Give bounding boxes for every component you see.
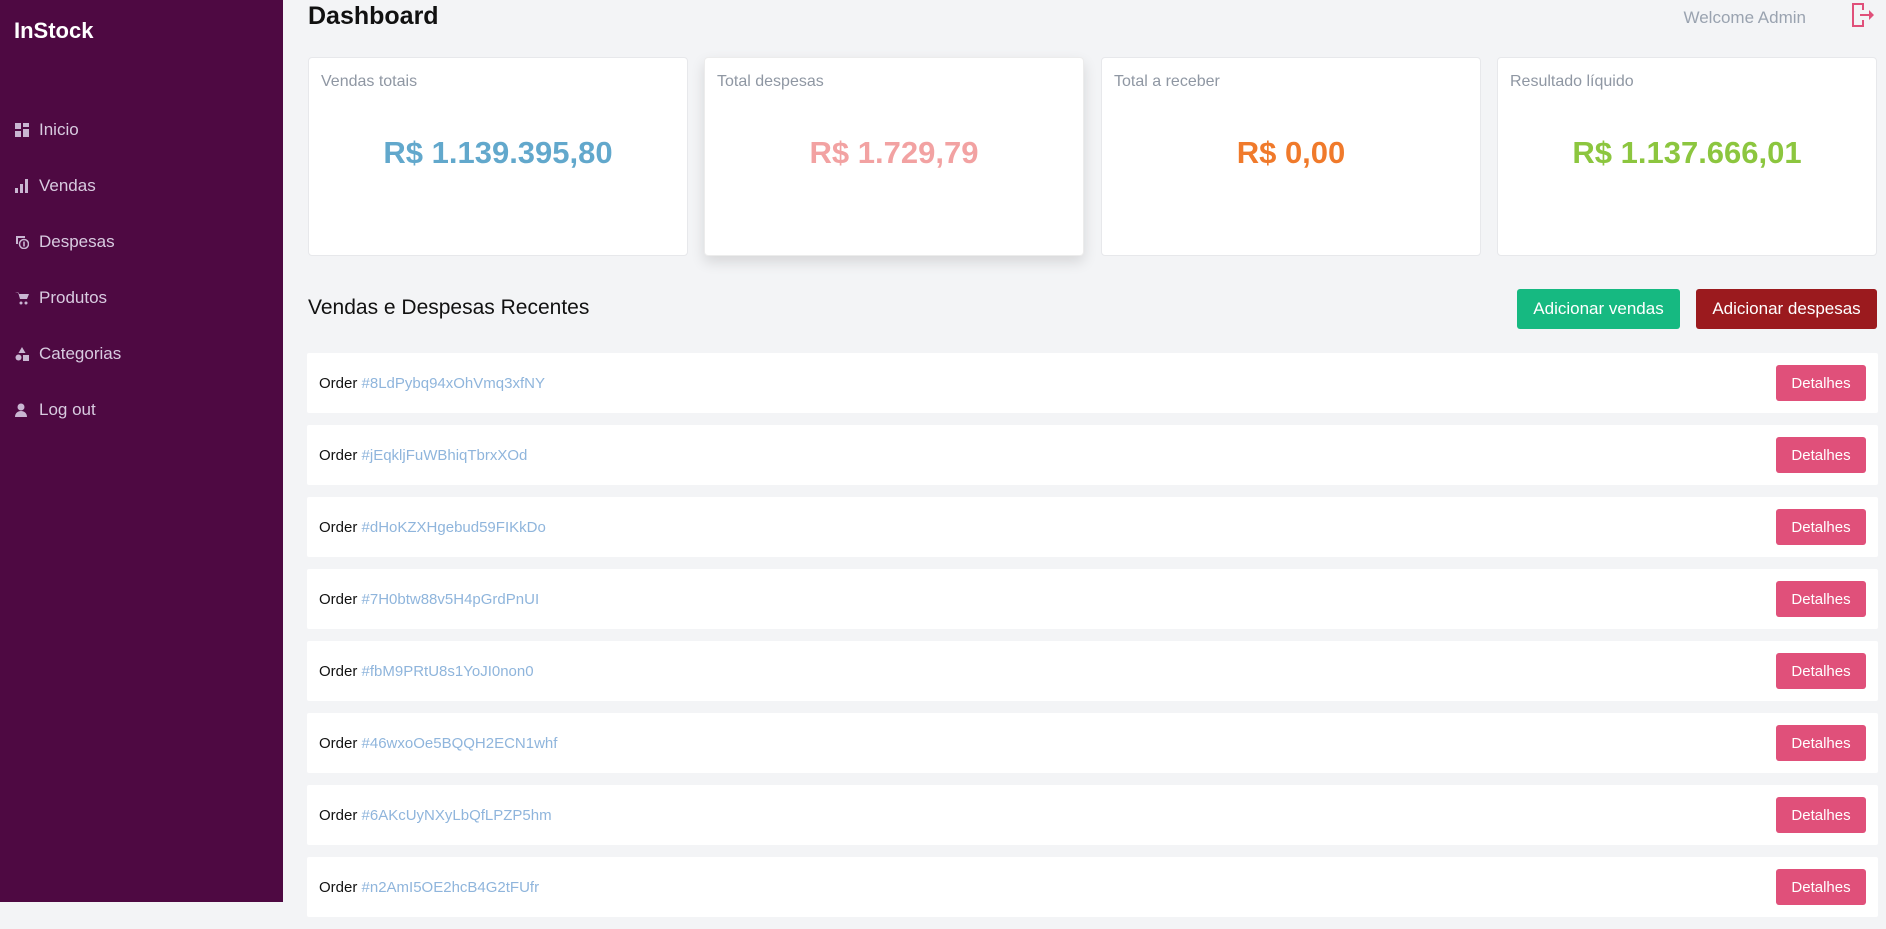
list-item: Order #jEqkljFuWBhiqTbrxXOd Detalhes (307, 425, 1878, 485)
order-prefix: Order (319, 806, 358, 824)
order-text: Order #7H0btw88v5H4pGrdPnUI (319, 591, 539, 608)
card-label: Resultado líquido (1510, 73, 1634, 90)
add-sales-button[interactable]: Adicionar vendas (1517, 289, 1680, 329)
sidebar-item-label: Produtos (39, 288, 108, 307)
bar-chart-icon (14, 178, 30, 194)
sidebar-item-vendas[interactable]: Vendas (0, 158, 283, 214)
cart-icon (14, 290, 30, 306)
list-item: Order #7H0btw88v5H4pGrdPnUI Detalhes (307, 569, 1878, 629)
page-title: Dashboard (308, 2, 439, 30)
sidebar-item-logout[interactable]: Log out (0, 382, 283, 438)
details-button[interactable]: Detalhes (1776, 869, 1866, 905)
order-prefix: Order (319, 878, 358, 896)
order-prefix: Order (319, 518, 358, 536)
order-text: Order #dHoKZXHgebud59FIKkDo (319, 519, 546, 536)
card-total-despesas: Total despesas R$ 1.729,79 (704, 57, 1084, 256)
card-value: R$ 1.139.395,80 (383, 135, 613, 170)
sidebar-item-label: Despesas (39, 232, 115, 251)
order-text: Order #jEqkljFuWBhiqTbrxXOd (319, 447, 527, 464)
details-button[interactable]: Detalhes (1776, 365, 1866, 401)
sidebar-item-label: Categorias (39, 344, 122, 363)
sidebar-item-label: Vendas (39, 176, 96, 195)
list-item: Order #8LdPybq94xOhVmq3xfNY Detalhes (307, 353, 1878, 413)
card-value: R$ 1.729,79 (809, 135, 979, 170)
order-text: Order #fbM9PRtU8s1YoJI0non0 (319, 663, 534, 680)
details-button[interactable]: Detalhes (1776, 653, 1866, 689)
order-id[interactable]: #n2AmI5OE2hcB4G2tFUfr (362, 879, 540, 896)
sidebar-item-inicio[interactable]: Inicio (0, 102, 283, 158)
order-id[interactable]: #dHoKZXHgebud59FIKkDo (362, 519, 546, 536)
card-value: R$ 0,00 (1236, 135, 1346, 170)
sidebar-item-categorias[interactable]: Categorias (0, 326, 283, 382)
list-item: Order #dHoKZXHgebud59FIKkDo Detalhes (307, 497, 1878, 557)
logout-icon[interactable] (1850, 2, 1874, 28)
main-content: Dashboard Welcome Admin Vendas totais R$… (283, 0, 1886, 917)
card-value: R$ 1.137.666,01 (1572, 135, 1802, 170)
order-text: Order #n2AmI5OE2hcB4G2tFUfr (319, 879, 539, 896)
list-item: Order #n2AmI5OE2hcB4G2tFUfr Detalhes (307, 857, 1878, 917)
order-text: Order #8LdPybq94xOhVmq3xfNY (319, 375, 545, 392)
card-label: Total despesas (717, 73, 824, 90)
details-button[interactable]: Detalhes (1776, 509, 1866, 545)
order-prefix: Order (319, 662, 358, 680)
order-text: Order #46wxoOe5BQQH2ECN1whf (319, 735, 557, 752)
list-item: Order #6AKcUyNXyLbQfLPZP5hm Detalhes (307, 785, 1878, 845)
order-prefix: Order (319, 590, 358, 608)
section-title: Vendas e Despesas Recentes (308, 296, 590, 319)
order-prefix: Order (319, 734, 358, 752)
sidebar-nav: Inicio Vendas Despesas Produtos Categori… (0, 102, 283, 438)
user-icon (14, 402, 30, 418)
card-resultado-liquido: Resultado líquido R$ 1.137.666,01 (1497, 57, 1877, 256)
sidebar: InStock Inicio Vendas Despesas Produtos (0, 0, 283, 902)
details-button[interactable]: Detalhes (1776, 797, 1866, 833)
order-id[interactable]: #7H0btw88v5H4pGrdPnUI (362, 591, 540, 608)
card-total-a-receber: Total a receber R$ 0,00 (1101, 57, 1481, 256)
order-id[interactable]: #8LdPybq94xOhVmq3xfNY (362, 375, 545, 392)
details-button[interactable]: Detalhes (1776, 437, 1866, 473)
order-prefix: Order (319, 374, 358, 392)
sidebar-item-label: Inicio (39, 120, 79, 139)
welcome-text: Welcome Admin (1683, 8, 1806, 27)
sidebar-item-label: Log out (39, 400, 96, 419)
grid-icon (14, 122, 30, 138)
sidebar-item-produtos[interactable]: Produtos (0, 270, 283, 326)
order-id[interactable]: #46wxoOe5BQQH2ECN1whf (362, 735, 558, 752)
order-prefix: Order (319, 446, 358, 464)
recent-orders-list: Order #8LdPybq94xOhVmq3xfNY Detalhes Ord… (307, 353, 1878, 929)
brand-logo[interactable]: InStock (14, 18, 93, 44)
order-text: Order #6AKcUyNXyLbQfLPZP5hm (319, 807, 552, 824)
details-button[interactable]: Detalhes (1776, 725, 1866, 761)
card-label: Vendas totais (321, 73, 418, 90)
sidebar-item-despesas[interactable]: Despesas (0, 214, 283, 270)
order-id[interactable]: #fbM9PRtU8s1YoJI0non0 (362, 663, 534, 680)
money-icon (14, 234, 30, 250)
add-expenses-button[interactable]: Adicionar despesas (1696, 289, 1877, 329)
list-item: Order #46wxoOe5BQQH2ECN1whf Detalhes (307, 713, 1878, 773)
order-id[interactable]: #6AKcUyNXyLbQfLPZP5hm (362, 807, 552, 824)
shapes-icon (14, 346, 30, 362)
card-label: Total a receber (1114, 73, 1220, 90)
card-vendas-totais: Vendas totais R$ 1.139.395,80 (308, 57, 688, 256)
details-button[interactable]: Detalhes (1776, 581, 1866, 617)
list-item: Order #fbM9PRtU8s1YoJI0non0 Detalhes (307, 641, 1878, 701)
order-id[interactable]: #jEqkljFuWBhiqTbrxXOd (362, 447, 528, 464)
